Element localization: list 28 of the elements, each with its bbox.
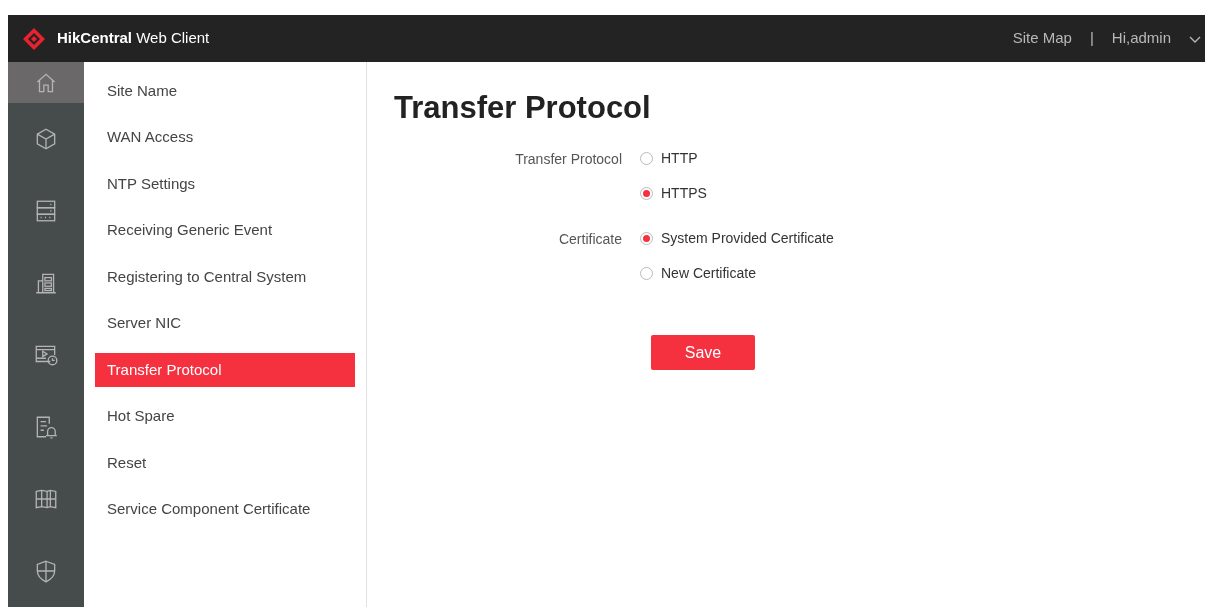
radio-option[interactable]: HTTP: [640, 149, 707, 168]
field-label: Transfer Protocol: [515, 150, 622, 169]
page-title: Transfer Protocol: [394, 92, 652, 123]
menu-item[interactable]: Site Name: [95, 74, 355, 108]
field-label: Certificate: [558, 230, 622, 249]
radio-button[interactable]: [640, 232, 653, 245]
save-button[interactable]: Save: [651, 335, 755, 370]
menu-item[interactable]: Transfer Protocol: [95, 353, 355, 387]
menu-item[interactable]: WAN Access: [95, 120, 355, 155]
menu-item[interactable]: Registering to Central System: [95, 260, 355, 294]
app-title: HikCentral Web Client: [57, 28, 210, 49]
menu-item[interactable]: Reset: [95, 446, 355, 480]
menu-item[interactable]: Server NIC: [95, 306, 355, 341]
radio-button[interactable]: [640, 187, 653, 200]
menu-item[interactable]: NTP Settings: [95, 167, 355, 201]
menu-item[interactable]: Receiving Generic Event: [95, 213, 355, 248]
radio-option[interactable]: New Certificate: [640, 264, 834, 283]
radio-option[interactable]: System Provided Certificate: [640, 229, 834, 248]
menu-item[interactable]: Hot Spare: [95, 399, 355, 434]
header-link[interactable]: Site Map: [1012, 27, 1072, 50]
header-link[interactable]: Hi,admin: [1111, 27, 1171, 50]
radio-option[interactable]: HTTPS: [640, 184, 707, 203]
menu-item[interactable]: Service Component Certificate: [95, 492, 355, 527]
radio-button[interactable]: [640, 152, 653, 165]
radio-button[interactable]: [640, 267, 653, 280]
separator: |: [1089, 28, 1094, 49]
logo-icon: [22, 26, 46, 51]
rail-item[interactable]: [8, 62, 84, 104]
